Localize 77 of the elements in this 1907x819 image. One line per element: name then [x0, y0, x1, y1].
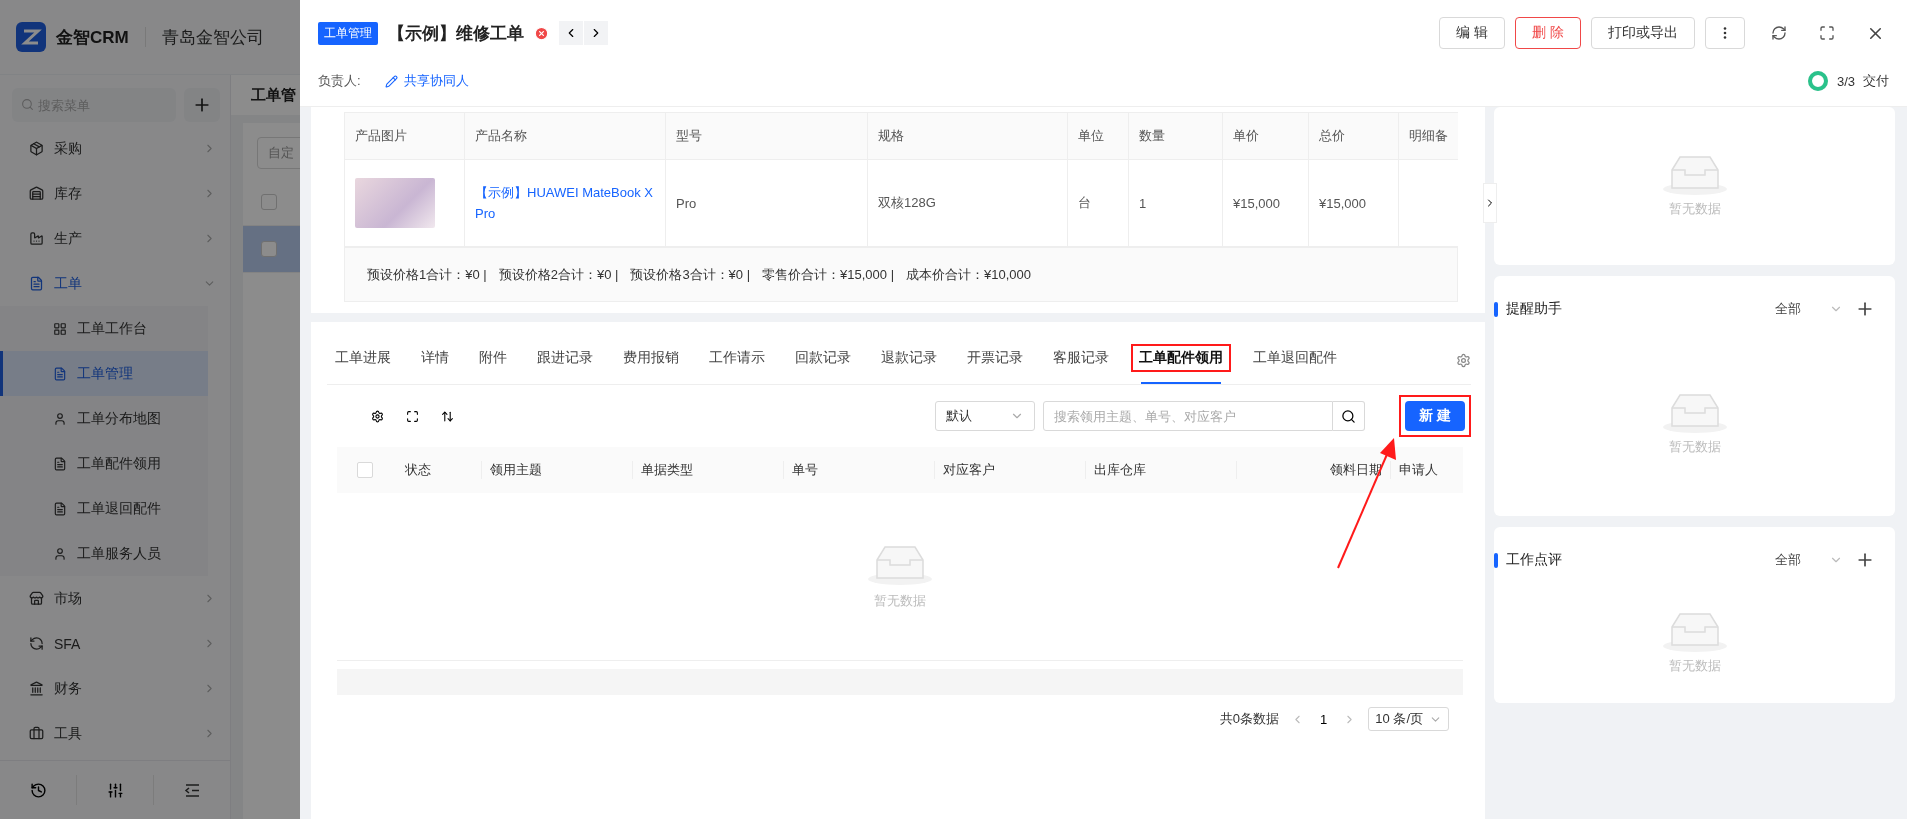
- summary-text: 预设价格3合计：¥0 |: [630, 265, 751, 284]
- table-cell: 台: [1068, 160, 1129, 246]
- column-header: 总价: [1309, 113, 1399, 159]
- filter-select[interactable]: 全部: [1775, 551, 1843, 569]
- summary-text: 零售价合计：¥15,000 |: [762, 265, 895, 284]
- brand-name: 金智CRM: [56, 26, 129, 49]
- share-collaborator-link[interactable]: 共享协同人: [384, 72, 469, 90]
- empty-text: 暂无数据: [1668, 200, 1721, 218]
- tab[interactable]: 费用报销: [615, 344, 687, 372]
- company-name: 青岛金智公司: [161, 26, 264, 49]
- column-header: 单位: [1068, 113, 1129, 159]
- menu-item[interactable]: 工具: [0, 711, 230, 756]
- page-number[interactable]: 1: [1316, 711, 1332, 727]
- total-count: 共0条数据: [1219, 710, 1280, 728]
- search-field[interactable]: 搜索领用主题、单号、对应客户: [1043, 401, 1334, 431]
- progress-count: 3/3: [1836, 73, 1855, 89]
- filter-select[interactable]: 全部: [1775, 300, 1843, 318]
- owner-label: 负责人:: [318, 72, 361, 90]
- drawer-title: 【示例】维修工单: [388, 22, 524, 45]
- menu-item[interactable]: 市场: [0, 576, 230, 621]
- tab[interactable]: 附件: [471, 344, 515, 372]
- table-cell: 1: [1129, 160, 1223, 246]
- action-button[interactable]: 打印或导出: [1591, 17, 1695, 49]
- submenu-item[interactable]: 工单工作台: [0, 306, 208, 351]
- tab[interactable]: 回款记录: [787, 344, 859, 372]
- column-header: 单据类型: [632, 461, 783, 479]
- module-tag: 工单管理: [318, 21, 378, 45]
- column-header: 单价: [1223, 113, 1309, 159]
- column-header: 产品名称: [465, 113, 666, 159]
- summary-text: 成本价合计：¥10,000: [906, 265, 1032, 284]
- column-header: 明细备: [1399, 113, 1458, 159]
- new-button[interactable]: 新 建: [1405, 401, 1465, 431]
- table-cell: ¥15,000: [1309, 160, 1399, 246]
- delete-button[interactable]: 删 除: [1515, 17, 1581, 49]
- tab[interactable]: 开票记录: [959, 344, 1031, 372]
- menu-item[interactable]: 财务: [0, 666, 230, 711]
- table-cell: Pro: [666, 160, 868, 246]
- card-title: 提醒助手: [1506, 300, 1563, 318]
- submenu-item[interactable]: 工单退回配件: [0, 486, 208, 531]
- submenu-item[interactable]: 工单服务人员: [0, 531, 208, 576]
- table-cell: 双核128G: [868, 160, 1068, 246]
- column-header: 产品图片: [345, 113, 465, 159]
- submenu-item[interactable]: 工单配件领用: [0, 441, 208, 486]
- column-header: 型号: [666, 113, 868, 159]
- column-header: 单号: [783, 461, 934, 479]
- column-header: 领用主题: [481, 461, 632, 479]
- summary-text: 预设价格2合计：¥0 |: [498, 265, 619, 284]
- empty-text: 暂无数据: [1668, 657, 1721, 675]
- tab[interactable]: 退款记录: [873, 344, 945, 372]
- column-header: 状态: [404, 461, 432, 479]
- column-header: 规格: [868, 113, 1068, 159]
- tab[interactable]: 工单进展: [327, 344, 399, 372]
- product-name-link[interactable]: 【示例】HUAWEI MateBook X Pro: [475, 182, 655, 224]
- view-select[interactable]: 默认: [935, 401, 1036, 431]
- tab[interactable]: 工单退回配件: [1245, 344, 1345, 372]
- progress-stage: 交付: [1863, 72, 1889, 90]
- menu-item[interactable]: 生产: [0, 216, 230, 261]
- column-header: 申请人: [1390, 461, 1463, 479]
- empty-text: 暂无数据: [874, 591, 926, 610]
- column-header: 出库仓库: [1085, 461, 1236, 479]
- tab[interactable]: 详情: [413, 344, 457, 372]
- column-header: 数量: [1129, 113, 1223, 159]
- menu-item[interactable]: SFA: [0, 621, 230, 666]
- empty-text: 暂无数据: [1668, 438, 1721, 456]
- tab[interactable]: 客服记录: [1045, 344, 1117, 372]
- action-button[interactable]: 编 辑: [1439, 17, 1506, 49]
- summary-text: 预设价格1合计：¥0 |: [367, 265, 487, 284]
- menu-item[interactable]: 库存: [0, 171, 230, 216]
- card-title: 工作点评: [1506, 551, 1563, 569]
- column-header: 对应客户: [934, 461, 1085, 479]
- tab[interactable]: 跟进记录: [529, 344, 601, 372]
- menu-item[interactable]: 采购: [0, 126, 230, 171]
- table-cell: ¥15,000: [1223, 160, 1309, 246]
- tab[interactable]: 工单配件领用: [1131, 344, 1231, 372]
- submenu-item[interactable]: 工单分布地图: [0, 396, 208, 441]
- tab[interactable]: 工作请示: [701, 344, 773, 372]
- page-size-select[interactable]: 10 条/页: [1368, 707, 1449, 731]
